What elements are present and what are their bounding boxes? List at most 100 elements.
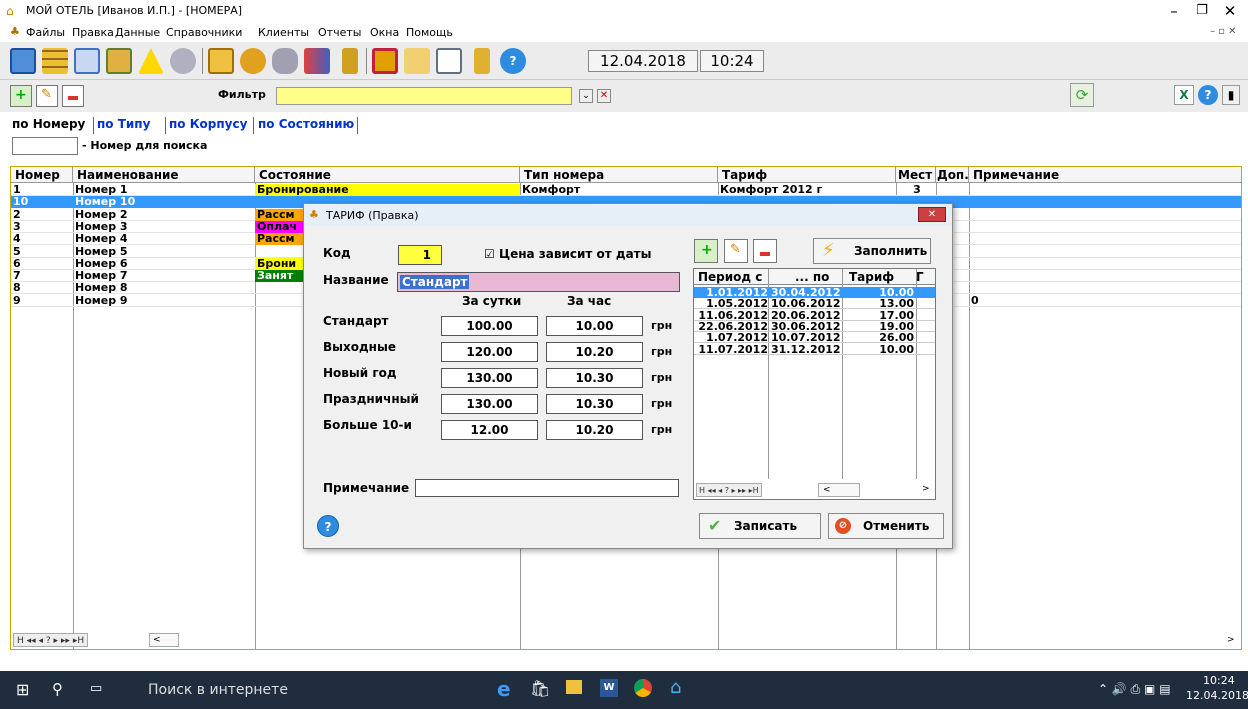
warning-icon[interactable]	[138, 48, 164, 74]
scroll-left-arrow[interactable]: <	[149, 633, 179, 647]
monitor-icon[interactable]	[10, 48, 36, 74]
factory-icon[interactable]	[372, 48, 398, 74]
menu-windows[interactable]: Окна	[370, 26, 399, 39]
rate-per-day-field[interactable]: 130.00	[441, 394, 538, 414]
word-icon[interactable]: W	[600, 679, 618, 697]
stethoscope-icon[interactable]	[170, 48, 196, 74]
col-header-state[interactable]: Состояние	[255, 167, 520, 183]
period-header-tariff[interactable]: Тариф	[849, 271, 894, 283]
rate-per-day-field[interactable]: 12.00	[441, 420, 538, 440]
delete-record-icon[interactable]	[62, 85, 84, 107]
filter-field[interactable]	[276, 87, 572, 105]
home-icon[interactable]	[74, 48, 100, 74]
dialog-help-icon[interactable]: ?	[317, 515, 339, 537]
period-row[interactable]: 11.07.2012 31.12.2012 10.00	[694, 344, 935, 355]
menu-files[interactable]: Файлы	[26, 26, 65, 39]
mdi-controls[interactable]: – ▫ ✕	[1210, 26, 1237, 37]
tab-by-type[interactable]: по Типу	[97, 117, 150, 131]
clock-time: 10:24	[1203, 674, 1235, 687]
col-header-note[interactable]: Примечание	[969, 167, 1241, 183]
period-header-extra[interactable]: Г	[916, 271, 924, 283]
refresh-icon[interactable]: ⟳	[1070, 83, 1094, 107]
col-header-places[interactable]: Мест	[896, 167, 936, 183]
table-row[interactable]: 1 Номер 1 Бронирование Комфорт Комфорт 2012 …	[11, 184, 1241, 196]
help-circle-icon[interactable]: ?	[1198, 85, 1218, 105]
menu-data[interactable]: Данные	[115, 26, 160, 39]
period-row[interactable]: 11.06.2012 20.06.2012 17.00	[694, 310, 935, 321]
menu-references[interactable]: Справочники	[166, 26, 242, 39]
rate-per-day-field[interactable]: 100.00	[441, 316, 538, 336]
col-header-name[interactable]: Наименование	[73, 167, 255, 183]
period-row[interactable]: 1.05.2012 10.06.2012 13.00	[694, 298, 935, 310]
taskbar-search-box[interactable]: Поиск в интернете	[148, 682, 288, 698]
cell-note	[969, 270, 1241, 282]
hotel-app-icon[interactable]: ⌂	[670, 677, 681, 698]
coffee-icon[interactable]	[272, 48, 298, 74]
edge-icon[interactable]: e	[497, 677, 511, 701]
exchange-icon[interactable]	[304, 48, 330, 74]
menu-reports[interactable]: Отчеты	[318, 26, 361, 39]
tab-by-number[interactable]: по Номеру	[12, 117, 85, 131]
filter-dropdown-icon[interactable]: ⌄	[579, 89, 593, 103]
rate-per-hour-field[interactable]: 10.20	[546, 420, 643, 440]
search-icon[interactable]: ⚲	[52, 680, 63, 698]
cancel-button[interactable]: ⊘ Отменить	[828, 513, 944, 539]
buildings-icon[interactable]	[106, 48, 132, 74]
windows-start-icon[interactable]: ⊞	[16, 680, 29, 699]
period-header-to[interactable]: ... по	[795, 271, 829, 283]
col-header-extra[interactable]: Доп.	[936, 167, 969, 183]
code-field[interactable]: 1	[398, 245, 442, 265]
cell-note	[969, 221, 1241, 233]
rate-per-day-field[interactable]: 130.00	[441, 368, 538, 388]
rate-per-day-field[interactable]: 120.00	[441, 342, 538, 362]
periods-scroll-right[interactable]: >	[922, 484, 930, 494]
menu-clients[interactable]: Клиенты	[258, 26, 309, 39]
chrome-icon[interactable]	[634, 679, 652, 697]
period-row[interactable]: 1.07.2012 10.07.2012 26.00	[694, 332, 935, 344]
tray-icons[interactable]: ⌃ 🔊 ⎙ ▣ ▤	[1098, 682, 1171, 697]
coins-icon[interactable]	[240, 48, 266, 74]
key2-icon[interactable]	[474, 48, 490, 74]
people-icon[interactable]	[208, 48, 234, 74]
col-header-type[interactable]: Тип номера	[520, 167, 718, 183]
scroll-icon[interactable]	[404, 48, 430, 74]
rate-per-hour-field[interactable]: 10.30	[546, 368, 643, 388]
menu-help[interactable]: Помощь	[406, 26, 453, 39]
period-edit-icon[interactable]: ✎	[724, 239, 748, 263]
periods-navigator[interactable]: H ◂◂ ◂ ? ▸ ▸▸ ▸H	[696, 483, 762, 497]
periods-scroll-left[interactable]: <	[818, 483, 860, 497]
save-button[interactable]: ✔ Записать	[699, 513, 821, 539]
tab-by-state[interactable]: по Состоянию	[258, 117, 354, 131]
scroll-right-arrow[interactable]: >	[1227, 635, 1235, 645]
rate-per-hour-field[interactable]: 10.30	[546, 394, 643, 414]
store-icon[interactable]: 🛍	[530, 679, 550, 698]
col-header-tariff[interactable]: Тариф	[718, 167, 896, 183]
period-header-from[interactable]: Период с	[698, 271, 762, 283]
price-by-date-checkbox[interactable]: ☑ Цена зависит от даты	[484, 247, 651, 261]
checklist-icon[interactable]	[436, 48, 462, 74]
close-button[interactable]: ✕	[1212, 0, 1248, 22]
table-navigator[interactable]: H ◂◂ ◂ ? ▸ ▸▸ ▸H	[13, 633, 89, 647]
period-add-icon[interactable]: +	[694, 239, 718, 263]
fill-button[interactable]: ⚡ Заполнить	[813, 238, 931, 264]
rate-per-hour-field[interactable]: 10.20	[546, 342, 643, 362]
period-delete-icon[interactable]	[753, 239, 777, 263]
task-view-icon[interactable]: ▭	[90, 681, 102, 696]
key-icon[interactable]	[342, 48, 358, 74]
rate-per-hour-field[interactable]: 10.00	[546, 316, 643, 336]
menu-edit[interactable]: Правка	[72, 26, 114, 39]
exit-icon[interactable]: ▮	[1222, 85, 1240, 105]
add-record-icon[interactable]: +	[10, 85, 32, 107]
name-field[interactable]: Стандарт	[397, 272, 680, 292]
dialog-close-button[interactable]: ✕	[918, 207, 946, 222]
edit-record-icon[interactable]: ✎	[36, 85, 58, 107]
number-search-input[interactable]	[12, 137, 78, 155]
file-explorer-icon[interactable]	[566, 680, 582, 694]
grid-icon[interactable]	[42, 48, 68, 74]
tab-by-building[interactable]: по Корпусу	[169, 117, 247, 131]
note-field[interactable]	[415, 479, 679, 497]
help-icon[interactable]: ?	[500, 48, 526, 74]
excel-icon[interactable]: X	[1174, 85, 1194, 105]
filter-clear-icon[interactable]: ✕	[597, 89, 611, 103]
col-header-number[interactable]: Номер	[11, 167, 73, 183]
